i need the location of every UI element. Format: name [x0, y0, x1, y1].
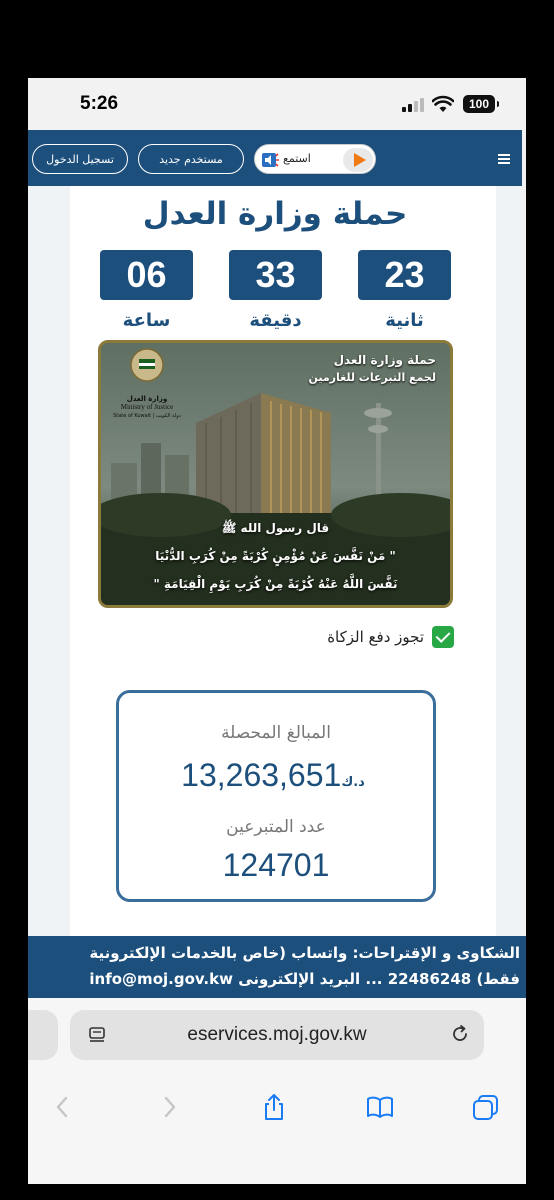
donors-count-value: 124701: [222, 847, 330, 883]
address-bar[interactable]: eservices.moj.gov.kw: [70, 1010, 484, 1060]
check-icon[interactable]: [432, 626, 454, 648]
hadith-line: نَفَّسَ اللَّهُ عَنْهُ كُرْبَةً مِنْ كُر…: [153, 577, 398, 591]
logo-state-text: State of Kuwait | دولة الكويت: [113, 413, 181, 419]
new-user-button[interactable]: مستخدم جديد: [138, 144, 244, 174]
collected-amount-value: 13,263,651: [181, 757, 342, 793]
play-icon[interactable]: [343, 148, 373, 172]
tabs-icon[interactable]: [471, 1092, 501, 1122]
login-button[interactable]: تسجيل الدخول: [32, 144, 128, 174]
footer-contact-line[interactable]: فقط) 22486248 ... البريد الإلكترونى info…: [89, 970, 520, 988]
previous-tab-pill[interactable]: [28, 1010, 58, 1060]
main-content: حملة وزارة العدل 06 33 23 ساعة دقيقة ثان…: [28, 186, 522, 936]
footer-contact-line: الشكاوى و الإقتراحات: واتساب (خاص بالخدم…: [89, 944, 520, 962]
donation-stats-panel: المبالغ المحصلة 13,263,651د.ك عدد المتبر…: [116, 690, 436, 902]
share-icon[interactable]: [259, 1092, 289, 1122]
banner-subheading: لجمع التبرعات للغارمين: [308, 371, 436, 384]
zakat-option[interactable]: تجوز دفع الزكاة: [308, 626, 454, 650]
countdown-minutes: 33: [229, 250, 322, 300]
countdown-seconds: 23: [358, 250, 451, 300]
forward-icon[interactable]: [154, 1092, 184, 1122]
status-bar: 5:26 100: [28, 78, 526, 130]
site-navbar: تسجيل الدخول مستخدم جديد استمع: [28, 130, 522, 186]
contact-footer: الشكاوى و الإقتراحات: واتساب (خاص بالخدم…: [28, 936, 526, 998]
campaign-title: حملة وزارة العدل: [142, 196, 408, 232]
currency-label: د.ك: [341, 775, 365, 790]
battery-indicator: 100: [463, 95, 499, 113]
wifi-icon: [432, 95, 454, 112]
banner-heading: حملة وزارة العدل: [333, 353, 436, 367]
listen-widget[interactable]: استمع: [254, 144, 376, 174]
collected-amount-row: 13,263,651د.ك: [119, 757, 433, 797]
reload-icon[interactable]: [450, 1024, 470, 1044]
logo-arabic-text: وزارة العدل: [126, 395, 168, 403]
browser-toolbar: eservices.moj.gov.kw: [28, 998, 526, 1184]
countdown-minutes-label: دقيقة: [249, 310, 302, 331]
url-text: eservices.moj.gov.kw: [187, 1024, 367, 1045]
back-icon[interactable]: [48, 1092, 78, 1122]
collected-amount-label: المبالغ المحصلة: [221, 723, 331, 743]
hamburger-icon[interactable]: [498, 154, 510, 164]
countdown-hours-label: ساعة: [122, 310, 171, 331]
hadith-intro: قال رسول الله ﷺ: [221, 521, 330, 535]
donors-count-label: عدد المتبرعين: [226, 817, 326, 837]
cellular-signal-icon: [402, 98, 424, 112]
zakat-label: تجوز دفع الزكاة: [327, 628, 424, 646]
listen-label: استمع: [283, 152, 311, 165]
campaign-banner: حملة وزارة العدل لجمع التبرعات للغارمين …: [98, 340, 453, 608]
status-time: 5:26: [80, 93, 119, 114]
bookmarks-icon[interactable]: [365, 1092, 395, 1122]
countdown-seconds-label: ثانية: [385, 310, 424, 331]
logo-english-text: Ministry of Justice: [120, 403, 174, 411]
countdown-hours: 06: [100, 250, 193, 300]
hadith-line: " مَنْ نَفَّسَ عَنْ مُؤْمِنٍ كُرْبَةً مِ…: [155, 549, 396, 563]
phone-screen: 5:26 100 تسجيل الدخول مستخدم جديد استمع: [28, 78, 526, 1184]
speaker-icon: [262, 153, 279, 167]
